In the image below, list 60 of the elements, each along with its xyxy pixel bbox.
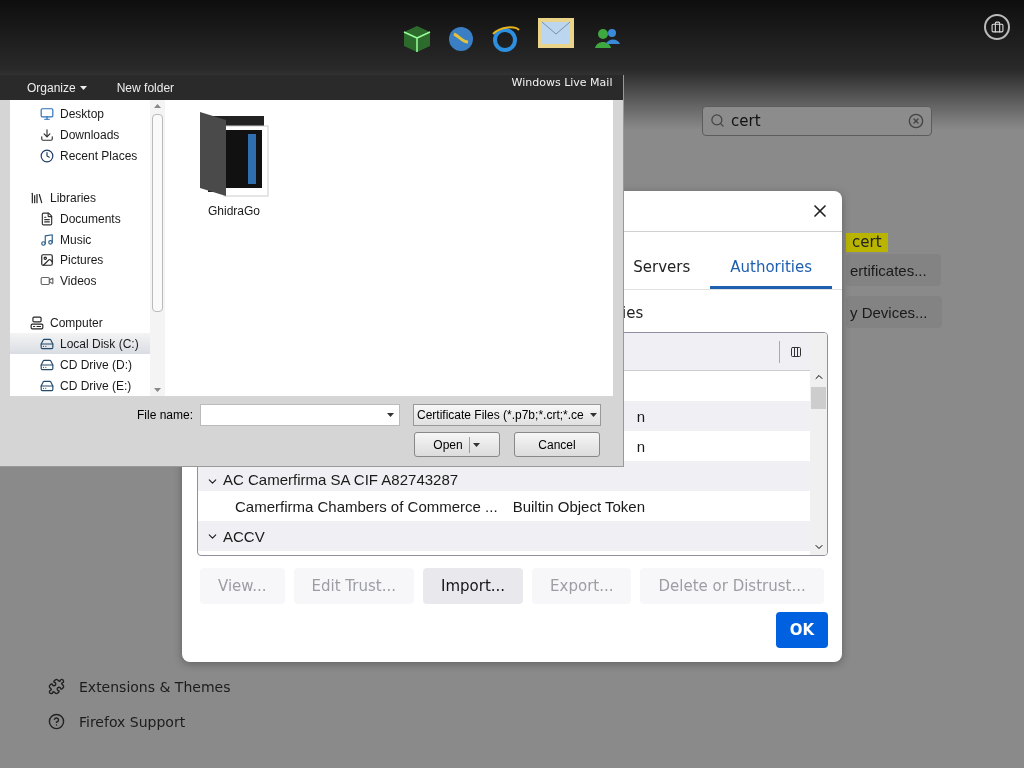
drive-icon: [40, 357, 54, 372]
nav-item[interactable]: Local Disk (C:): [10, 333, 150, 355]
folder-icon: [198, 110, 270, 198]
nav-item[interactable]: Computer: [10, 312, 150, 334]
sidebar-link[interactable]: Extensions & Themes: [79, 678, 231, 695]
clock-icon: [40, 149, 54, 164]
scrollbar[interactable]: [150, 100, 165, 396]
document-icon: [40, 211, 54, 226]
file-name-field[interactable]: [200, 404, 400, 426]
nav-item[interactable]: CD Drive (E:): [10, 375, 150, 396]
tree-group-row[interactable]: ACCV: [198, 521, 810, 551]
drive-icon: [40, 378, 54, 393]
toolbar-button[interactable]: Organize: [27, 80, 87, 95]
computer-icon: [30, 316, 44, 331]
monitor-icon: [40, 107, 54, 122]
music-icon: [40, 232, 54, 247]
scrollbar[interactable]: [810, 333, 827, 555]
file-type-dropdown[interactable]: Certificate Files (*.p7b;*.crt;*.ce: [413, 404, 601, 426]
download-icon: [40, 128, 54, 143]
scroll-thumb[interactable]: [152, 114, 163, 312]
open-button[interactable]: Open: [414, 432, 500, 457]
nav-item[interactable]: Desktop: [10, 104, 150, 125]
search-field[interactable]: cert: [702, 106, 932, 136]
cube-icon[interactable]: [402, 24, 432, 54]
toolbar-button[interactable]: New folder: [116, 80, 175, 95]
scroll-up-icon: [154, 104, 161, 108]
folder-item[interactable]: GhidraGo: [189, 110, 279, 218]
nav-item[interactable]: Pictures: [10, 249, 150, 271]
nav-item[interactable]: Libraries: [10, 187, 150, 209]
sidebar-link[interactable]: Firefox Support: [79, 713, 186, 730]
split-caret-icon[interactable]: [468, 436, 481, 453]
cancel-button[interactable]: Cancel: [514, 432, 600, 457]
puzzle-icon: [48, 678, 65, 695]
scroll-thumb[interactable]: [811, 387, 826, 409]
briefcase-button[interactable]: [984, 14, 1010, 40]
globe-icon[interactable]: [446, 24, 476, 54]
dock-label: Windows Live Mail: [511, 76, 613, 89]
file-name-label: File name:: [135, 408, 193, 422]
nav-item[interactable]: Videos: [10, 270, 150, 292]
nav-item[interactable]: CD Drive (D:): [10, 354, 150, 376]
drive-icon: [40, 336, 54, 351]
nav-item[interactable]: Recent Places: [10, 145, 150, 167]
nav-item[interactable]: Music: [10, 229, 150, 250]
tab[interactable]: Authorities: [710, 248, 832, 289]
scroll-down-icon: [154, 388, 161, 392]
ok-button[interactable]: OK: [776, 612, 828, 648]
nav-item[interactable]: Downloads: [10, 124, 150, 146]
settings-button[interactable]: ertificates...: [846, 254, 941, 286]
search-highlight: cert: [846, 233, 888, 252]
briefcase-icon: [990, 20, 1004, 34]
help-icon: [48, 713, 65, 730]
browser-icon[interactable]: [490, 24, 520, 54]
picture-icon: [40, 253, 54, 268]
action-button[interactable]: Import...: [423, 568, 524, 604]
clear-icon[interactable]: [908, 113, 924, 129]
library-icon: [30, 190, 44, 205]
nav-item[interactable]: Documents: [10, 208, 150, 230]
caret-icon: [387, 413, 394, 417]
caret-icon: [590, 413, 597, 417]
settings-button[interactable]: y Devices...: [846, 296, 942, 328]
